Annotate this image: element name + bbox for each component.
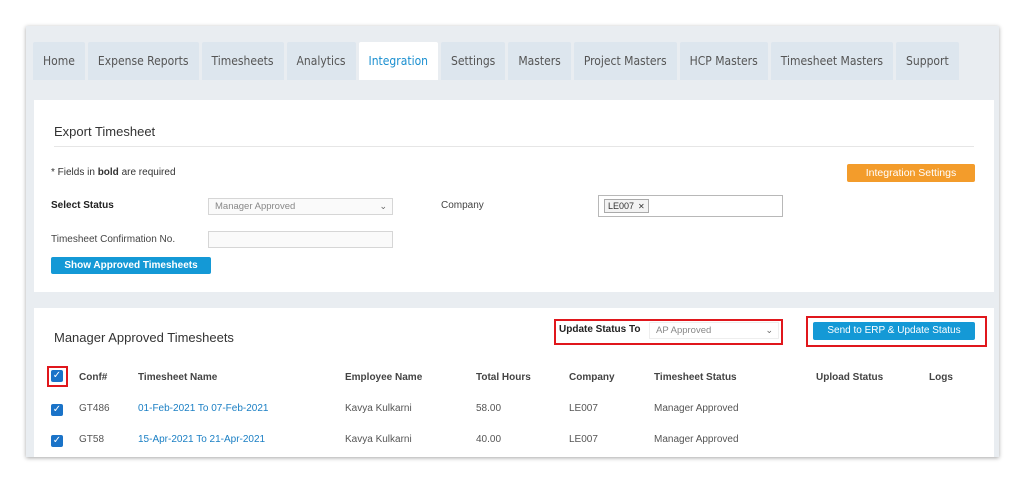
- integration-settings-button[interactable]: Integration Settings: [847, 164, 975, 182]
- select-status-dropdown[interactable]: Manager Approved ⌄: [208, 198, 393, 215]
- tab-support[interactable]: Support: [896, 42, 959, 80]
- tab-timesheet-masters[interactable]: Timesheet Masters: [770, 42, 894, 80]
- update-status-value: AP Approved: [656, 325, 712, 336]
- confirmation-label: Timesheet Confirmation No.: [51, 234, 176, 245]
- select-status-value: Manager Approved: [215, 201, 296, 212]
- col-company[interactable]: Company: [569, 372, 615, 383]
- app-window: Home Expense Reports Timesheets Analytic…: [26, 26, 999, 457]
- row-checkbox[interactable]: ✓: [51, 435, 63, 447]
- row-status: Manager Approved: [654, 434, 739, 445]
- approved-timesheets-panel: Manager Approved Timesheets Update Statu…: [34, 308, 994, 457]
- tab-masters[interactable]: Masters: [508, 42, 571, 80]
- row-conf: GT486: [79, 403, 110, 414]
- row-timesheet-link[interactable]: 01-Feb-2021 To 07-Feb-2021: [138, 403, 268, 414]
- tab-analytics[interactable]: Analytics: [286, 42, 356, 80]
- row-status: Manager Approved: [654, 403, 739, 414]
- col-total-hours[interactable]: Total Hours: [476, 372, 531, 383]
- company-chip: LE007 ✕: [604, 199, 649, 213]
- row-checkbox[interactable]: ✓: [51, 404, 63, 416]
- col-timesheet-name[interactable]: Timesheet Name: [138, 372, 217, 383]
- export-panel-title: Export Timesheet: [54, 124, 156, 139]
- tab-hcp-masters[interactable]: HCP Masters: [679, 42, 768, 80]
- tab-home[interactable]: Home: [33, 42, 85, 80]
- row-conf: GT58: [79, 434, 105, 445]
- main-nav-tabs: Home Expense Reports Timesheets Analytic…: [33, 42, 962, 80]
- select-all-checkbox[interactable]: ✓: [51, 370, 63, 382]
- show-approved-timesheets-button[interactable]: Show Approved Timesheets: [51, 257, 211, 274]
- approved-panel-title: Manager Approved Timesheets: [54, 330, 234, 345]
- row-employee: Kavya Kulkarni: [345, 403, 412, 414]
- row-company: LE007: [569, 434, 598, 445]
- row-company: LE007: [569, 403, 598, 414]
- company-label: Company: [441, 200, 484, 211]
- confirmation-input[interactable]: [208, 231, 393, 248]
- col-employee-name[interactable]: Employee Name: [345, 372, 422, 383]
- row-hours: 40.00: [476, 434, 502, 445]
- export-timesheet-panel: Export Timesheet * Fields in bold are re…: [34, 100, 994, 292]
- col-timesheet-status[interactable]: Timesheet Status: [654, 372, 737, 383]
- col-logs[interactable]: Logs: [929, 372, 953, 383]
- row-hours: 58.00: [476, 403, 502, 414]
- company-multiselect[interactable]: LE007 ✕: [598, 195, 783, 217]
- update-status-label: Update Status To: [559, 324, 641, 335]
- col-conf[interactable]: Conf#: [79, 372, 107, 383]
- remove-chip-icon[interactable]: ✕: [638, 202, 645, 211]
- update-status-dropdown[interactable]: AP Approved ⌄: [649, 322, 779, 339]
- tab-timesheets[interactable]: Timesheets: [201, 42, 284, 80]
- note-bold: bold: [97, 167, 119, 178]
- company-chip-label: LE007: [608, 201, 635, 211]
- required-fields-note: * Fields in bold are required: [51, 167, 176, 178]
- row-employee: Kavya Kulkarni: [345, 434, 412, 445]
- chevron-down-icon: ⌄: [379, 201, 387, 211]
- tab-settings[interactable]: Settings: [441, 42, 506, 80]
- select-status-label: Select Status: [51, 200, 114, 211]
- tab-project-masters[interactable]: Project Masters: [573, 42, 677, 80]
- chevron-down-icon: ⌄: [765, 325, 773, 335]
- send-to-erp-button[interactable]: Send to ERP & Update Status: [813, 322, 975, 340]
- tab-expense-reports[interactable]: Expense Reports: [87, 42, 199, 80]
- note-prefix: * Fields in: [51, 167, 95, 178]
- tab-integration[interactable]: Integration: [358, 42, 439, 80]
- row-timesheet-link[interactable]: 15-Apr-2021 To 21-Apr-2021: [138, 434, 265, 445]
- col-upload-status[interactable]: Upload Status: [816, 372, 883, 383]
- note-suffix: are required: [121, 167, 176, 178]
- divider: [54, 146, 974, 147]
